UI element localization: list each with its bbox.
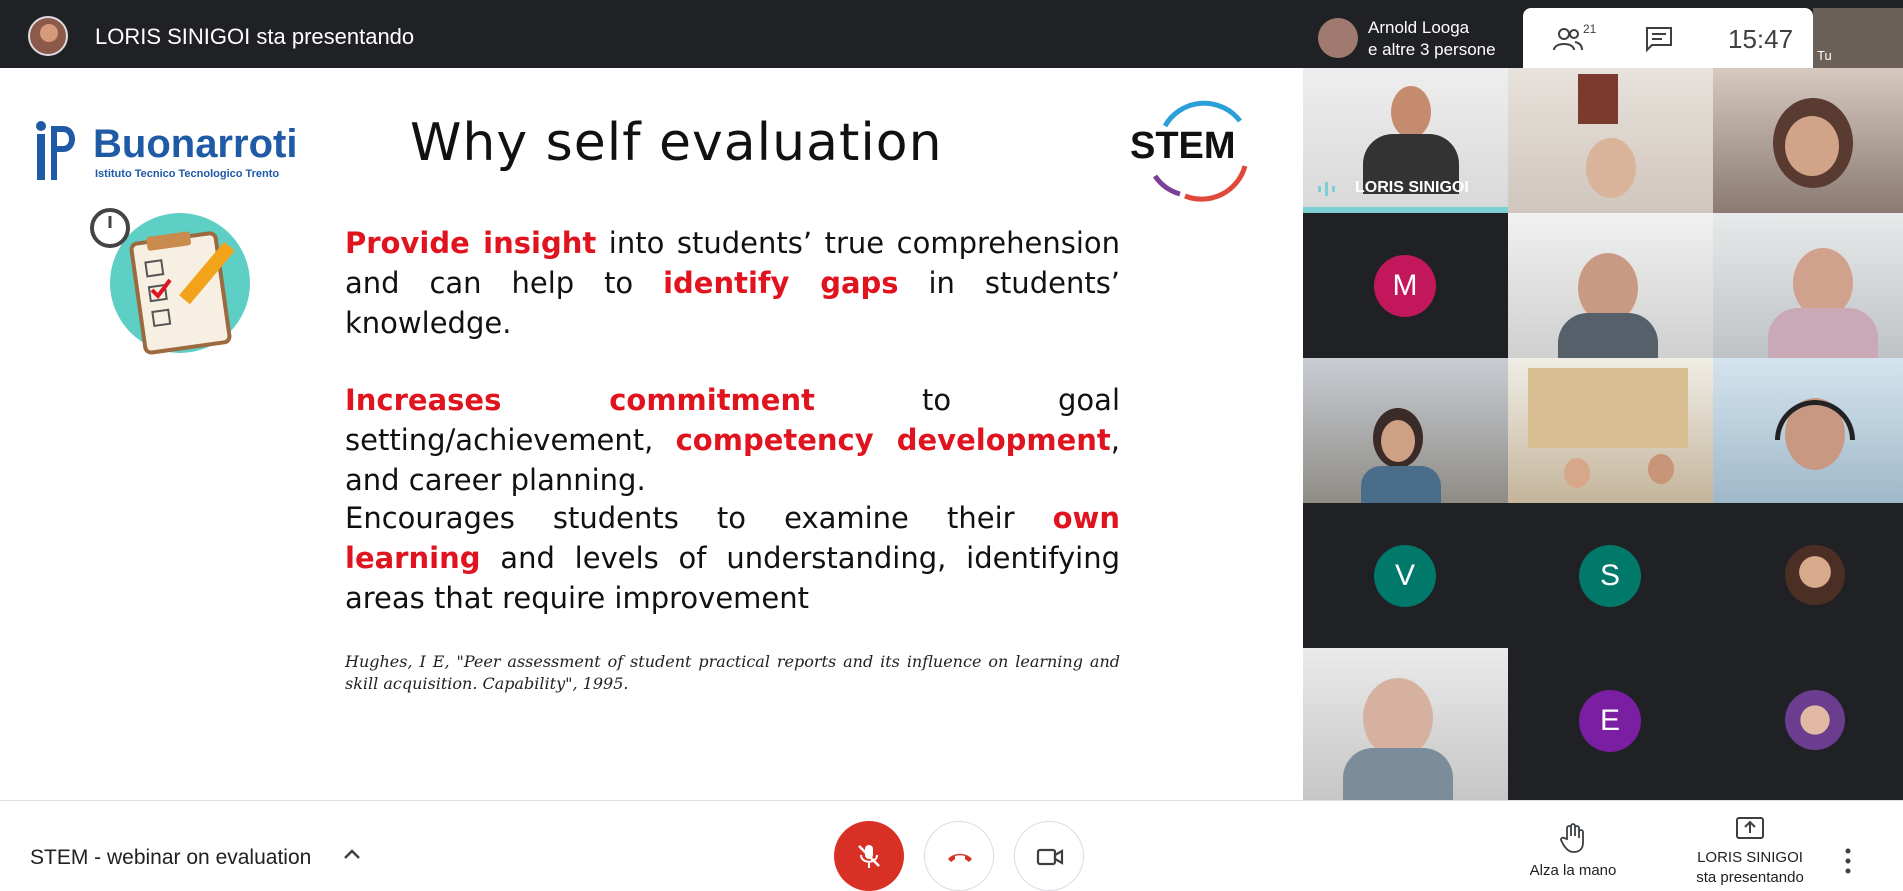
participant-tile[interactable]	[1508, 213, 1713, 358]
slide-paragraph-2: Increases commitment to goal setting/ach…	[345, 380, 1120, 500]
speaker-name: Arnold Looga	[1368, 18, 1470, 37]
speaker-others: e altre 3 persone	[1368, 40, 1496, 59]
presentation-slide: Buonarroti Istituto Tecnico Tecnologico …	[0, 68, 1303, 800]
stem-logo: STEM	[1130, 100, 1248, 202]
participant-tile[interactable]: M	[1303, 213, 1508, 358]
chevron-up-icon[interactable]	[342, 845, 362, 865]
avatar-initial: V	[1374, 545, 1436, 607]
participant-avatar-photo	[1785, 690, 1845, 750]
highlight-competency-development: competency development	[675, 423, 1111, 457]
participant-video	[1363, 678, 1433, 758]
participant-tile[interactable]	[1303, 358, 1508, 503]
camera-icon	[1036, 848, 1064, 866]
participant-count: 21	[1583, 22, 1597, 36]
stem-logo-text: STEM	[1130, 125, 1236, 167]
participant-tile[interactable]	[1713, 503, 1903, 648]
participant-video-body	[1558, 313, 1658, 358]
participant-avatar-photo	[1785, 545, 1845, 605]
buonarroti-logo-mark	[36, 121, 75, 180]
presenter-name-tag: LORIS SINIGOI	[1355, 179, 1469, 196]
speaker-avatar	[1318, 18, 1358, 58]
participant-tile[interactable]: S	[1508, 503, 1713, 648]
bottom-control-bar: STEM - webinar on evaluation Alza la man…	[0, 800, 1903, 891]
participant-tile-presenter[interactable]: LORIS SINIGOI	[1303, 68, 1508, 213]
hangup-icon	[948, 853, 972, 862]
presenting-status: LORIS SINIGOI sta presentando	[95, 24, 415, 49]
participant-grid: LORIS SINIGOI M V S E	[1303, 68, 1903, 800]
participant-tile[interactable]	[1303, 648, 1508, 800]
chat-icon[interactable]	[1645, 26, 1673, 52]
participant-tile[interactable]	[1508, 358, 1713, 503]
slide-title: Why self evaluation	[410, 113, 943, 173]
logo-name: Buonarroti	[93, 122, 298, 166]
clock: 15:47	[1728, 24, 1794, 54]
participant-face	[1648, 454, 1674, 484]
participant-tile[interactable]	[1713, 68, 1903, 213]
top-bar: LORIS SINIGOI sta presentando Arnold Loo…	[0, 0, 1903, 68]
participant-face	[1785, 116, 1839, 176]
mic-toggle-button[interactable]	[834, 821, 904, 891]
highlight-increases-commitment: Increases commitment	[345, 383, 815, 417]
active-speakers-chip: Arnold Looga e altre 3 persone	[1310, 10, 1520, 66]
headset-icon	[1775, 400, 1855, 440]
participant-video-body	[1343, 748, 1453, 800]
slide-citation: Hughes, I E, "Peer assessment of student…	[345, 652, 1120, 693]
highlight-identify-gaps: identify gaps	[663, 266, 899, 300]
participant-tile[interactable]	[1713, 648, 1903, 800]
slide-paragraph-3: Encourages students to examine their own…	[345, 498, 1120, 618]
present-label-2: sta presentando	[1696, 869, 1804, 886]
participant-tile[interactable]	[1713, 213, 1903, 358]
self-view-tile[interactable]: Tu	[1813, 8, 1903, 68]
participant-video	[1586, 138, 1636, 198]
slide-paragraph-1: Provide insight into students’ true comp…	[345, 223, 1120, 343]
meeting-title[interactable]: STEM - webinar on evaluation	[30, 846, 311, 870]
participant-tile[interactable]: E	[1508, 648, 1713, 800]
raise-hand-label: Alza la mano	[1529, 862, 1617, 879]
participant-tile[interactable]: V	[1303, 503, 1508, 648]
participant-background	[1578, 74, 1618, 124]
hang-up-button[interactable]	[924, 821, 994, 891]
highlight-provide-insight: Provide insight	[345, 226, 597, 260]
self-label: Tu	[1817, 48, 1832, 63]
participant-video	[1391, 86, 1431, 138]
people-icon[interactable]	[1553, 26, 1583, 52]
avatar-initial: S	[1579, 545, 1641, 607]
present-button[interactable]: LORIS SINIGOI sta presentando	[1680, 816, 1820, 887]
participant-face	[1381, 420, 1415, 462]
presenter-avatar	[28, 16, 68, 56]
participant-video-body	[1768, 308, 1878, 358]
participant-tile[interactable]	[1713, 358, 1903, 503]
participant-tile[interactable]	[1508, 68, 1713, 213]
participant-background	[1528, 368, 1688, 448]
more-vert-icon[interactable]	[1843, 846, 1853, 876]
p3-text-1: Encourages students to examine their	[345, 501, 1053, 535]
camera-toggle-button[interactable]	[1014, 821, 1084, 891]
logo-subtitle: Istituto Tecnico Tecnologico Trento	[95, 168, 280, 180]
raise-hand-button[interactable]: Alza la mano	[1518, 823, 1628, 879]
speaking-indicator-icon	[1318, 182, 1335, 196]
present-screen-icon	[1736, 817, 1764, 839]
mic-off-icon	[858, 845, 880, 868]
avatar-initial: E	[1579, 690, 1641, 752]
participant-face	[1564, 458, 1590, 488]
buonarroti-logo: Buonarroti Istituto Tecnico Tecnologico …	[35, 118, 315, 188]
meeting-info-panel: 21 15:47	[1523, 8, 1813, 68]
raise-hand-icon	[1560, 823, 1584, 853]
participant-video-body	[1361, 466, 1441, 503]
clipboard-illustration	[90, 208, 250, 355]
avatar-initial: M	[1374, 255, 1436, 317]
present-label-1: LORIS SINIGOI	[1697, 849, 1803, 866]
